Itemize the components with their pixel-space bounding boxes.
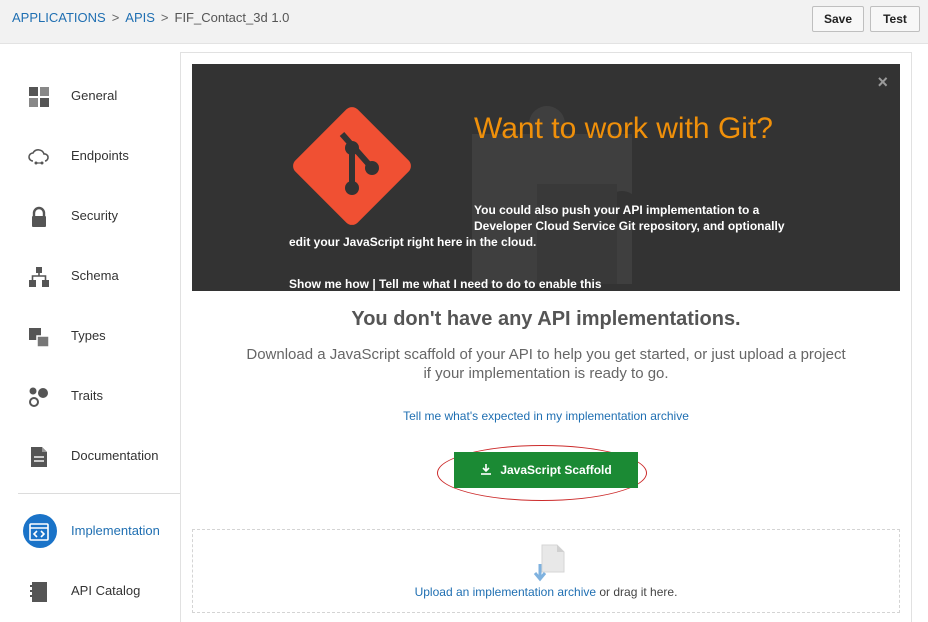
empty-state-description: Download a JavaScript scaffold of your A…	[246, 346, 846, 382]
breadcrumb-separator: >	[160, 10, 169, 25]
sidebar-item-label: Security	[71, 208, 118, 223]
sidebar-item-label: Documentation	[71, 448, 159, 463]
javascript-scaffold-button[interactable]: JavaScript Scaffold	[454, 452, 638, 488]
expected-archive-link[interactable]: Tell me what's expected in my implementa…	[181, 409, 911, 423]
sidebar-item-general[interactable]: General	[18, 74, 180, 118]
code-icon	[28, 521, 50, 543]
sidebar-item-api-catalog[interactable]: API Catalog	[18, 569, 180, 613]
sidebar-item-label: General	[71, 88, 118, 103]
sidebar-item-label: API Catalog	[71, 583, 141, 598]
sidebar-item-security[interactable]: Security	[18, 194, 180, 238]
catalog-icon	[28, 581, 50, 603]
breadcrumb-separator: >	[111, 10, 120, 25]
close-icon[interactable]: ×	[877, 72, 888, 93]
sidebar-item-implementation[interactable]: Implementation	[18, 509, 180, 553]
test-button[interactable]: Test	[870, 6, 920, 32]
drag-text: or drag it here.	[596, 585, 678, 599]
top-bar: APPLICATIONS > APIS > FIF_Contact_3d 1.0 Sav…	[0, 0, 928, 44]
show-me-how-link[interactable]: Show me how	[289, 277, 369, 291]
breadcrumb-apis[interactable]: APIS	[125, 10, 155, 25]
save-button[interactable]: Save	[812, 6, 864, 32]
banner-description: You could also push your API implementat…	[289, 202, 809, 250]
banner-desc-line: edit your JavaScript right here in the c…	[289, 235, 537, 249]
sidebar-item-documentation[interactable]: Documentation	[18, 434, 180, 478]
sidebar-item-label: Schema	[71, 268, 119, 283]
dropzone-text: Upload an implementation archive or drag…	[193, 585, 899, 599]
scaffold-button-label: JavaScript Scaffold	[500, 463, 612, 477]
breadcrumb-current: FIF_Contact_3d 1.0	[174, 10, 290, 25]
breadcrumb-applications[interactable]: APPLICATIONS	[12, 10, 106, 25]
sidebar-item-label: Traits	[71, 388, 104, 403]
sidebar-item-types[interactable]: Types	[18, 314, 180, 358]
upload-document-icon	[532, 544, 566, 582]
enable-git-link[interactable]: Tell me what I need to do to enable this	[379, 277, 601, 291]
sidebar-item-schema[interactable]: Schema	[18, 254, 180, 298]
upload-dropzone[interactable]: Upload an implementation archive or drag…	[192, 529, 900, 613]
grid-icon	[28, 86, 50, 108]
banner-desc-line: You could also push your API implementat…	[474, 203, 760, 217]
main-panel: × Want to work with Git? You could also …	[180, 52, 912, 622]
sidebar-item-endpoints[interactable]: Endpoints	[18, 134, 180, 178]
sidebar-item-traits[interactable]: Traits	[18, 374, 180, 418]
cloud-link-icon	[28, 146, 50, 168]
sidebar-divider	[18, 493, 180, 494]
sidebar-item-label: Types	[71, 328, 106, 343]
git-banner: × Want to work with Git? You could also …	[192, 64, 900, 291]
banner-title: Want to work with Git?	[474, 112, 773, 145]
link-separator: |	[369, 277, 380, 291]
upload-archive-link[interactable]: Upload an implementation archive	[415, 585, 596, 599]
sidebar: General Endpoints Security Schema Types …	[0, 44, 180, 622]
download-icon	[480, 452, 492, 488]
banner-desc-line: Developer Cloud Service Git repository, …	[474, 219, 785, 233]
sidebar-item-label: Endpoints	[71, 148, 129, 163]
types-icon	[28, 326, 50, 348]
banner-links: Show me how | Tell me what I need to do …	[289, 277, 602, 291]
sidebar-item-label: Implementation	[71, 523, 160, 538]
traits-icon	[28, 386, 50, 408]
lock-icon	[28, 206, 50, 228]
hierarchy-icon	[28, 266, 50, 288]
empty-state-title: You don't have any API implementations.	[351, 308, 741, 330]
document-icon	[28, 446, 50, 468]
breadcrumb: APPLICATIONS > APIS > FIF_Contact_3d 1.0	[12, 10, 289, 25]
